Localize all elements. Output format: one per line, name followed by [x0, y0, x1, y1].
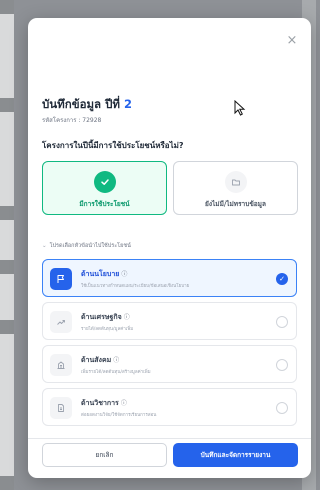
category-desc: ใช้เป็นแนวทางกำหนดแผน/ระเบียบ/ข้อเสนอเชิ…: [81, 284, 190, 289]
radio-button[interactable]: [276, 402, 288, 414]
info-icon: ⓘ: [121, 271, 128, 278]
flag-icon: [50, 268, 72, 290]
project-code: รหัสโครงการ : 72928: [42, 117, 102, 124]
usage-question: โครงการในปีนี้มีการใช้ประโยชน์หรือไม่?: [42, 141, 184, 150]
document-icon: [50, 397, 72, 419]
category-social[interactable]: ด้านสังคม ⓘ เพิ่มรายได้/ลดต้นทุน/สร้างมูล…: [42, 345, 297, 383]
category-title: ด้านเศรษฐกิจ ⓘ: [81, 313, 130, 321]
close-icon[interactable]: ×: [285, 34, 299, 48]
backdrop-left-panel: [0, 0, 14, 490]
mouse-cursor-icon: [234, 100, 246, 116]
cancel-button[interactable]: ยกเลิก: [42, 443, 167, 467]
chevron-down-icon: ⌄: [42, 243, 47, 249]
check-icon: [93, 171, 116, 193]
info-icon: ⓘ: [123, 314, 130, 321]
folder-icon: [224, 171, 247, 193]
modal-title: บันทึกข้อมูล ปีที่ 2: [42, 96, 132, 114]
section-label-text: โปรดเลือกหัวข้อนำไปใช้ประโยชน์: [49, 243, 131, 249]
info-icon: ⓘ: [113, 357, 120, 364]
category-section-label: ⌄ โปรดเลือกหัวข้อนำไปใช้ประโยชน์: [42, 242, 131, 250]
selected-check-icon[interactable]: ✓: [276, 273, 288, 285]
radio-button[interactable]: [276, 316, 288, 328]
category-desc: ต่อยอดงานวิจัย/ใช้จัดการเรียนการสอน: [81, 413, 157, 418]
category-desc: รายได้/ลดต้นทุน/มูลค่าเพิ่ม: [81, 327, 134, 332]
choice-no-usage[interactable]: ยังไม่มี/ไม่ทราบข้อมูล: [173, 161, 298, 215]
category-desc: เพิ่มรายได้/ลดต้นทุน/สร้างมูลค่าเพิ่ม: [81, 370, 151, 375]
category-title: ด้านนโยบาย ⓘ: [81, 270, 128, 278]
building-icon: [50, 354, 72, 376]
info-icon: ⓘ: [120, 400, 127, 407]
year-number: 2: [124, 97, 133, 111]
category-title: ด้านวิชาการ ⓘ: [81, 399, 127, 407]
category-academic[interactable]: ด้านวิชาการ ⓘ ต่อยอดงานวิจัย/ใช้จัดการเรี…: [42, 388, 297, 426]
record-data-modal: × บันทึกข้อมูล ปีที่ 2 รหัสโครงการ : 729…: [28, 18, 311, 478]
choice-has-usage[interactable]: มีการใช้ประโยชน์: [42, 161, 167, 215]
title-prefix: บันทึกข้อมูล ปีที่: [42, 97, 120, 111]
choice-no-usage-label: ยังไม่มี/ไม่ทราบข้อมูล: [205, 200, 266, 208]
category-policy[interactable]: ด้านนโยบาย ⓘ ใช้เป็นแนวทางกำหนดแผน/ระเบีย…: [42, 259, 297, 297]
save-and-manage-button[interactable]: บันทึกและจัดการรายงาน: [173, 443, 298, 467]
choice-has-usage-label: มีการใช้ประโยชน์: [79, 200, 130, 208]
radio-button[interactable]: [276, 359, 288, 371]
category-economy[interactable]: ด้านเศรษฐกิจ ⓘ รายได้/ลดต้นทุน/มูลค่าเพิ่…: [42, 302, 297, 340]
category-title: ด้านสังคม ⓘ: [81, 356, 120, 364]
trend-up-icon: [50, 311, 72, 333]
